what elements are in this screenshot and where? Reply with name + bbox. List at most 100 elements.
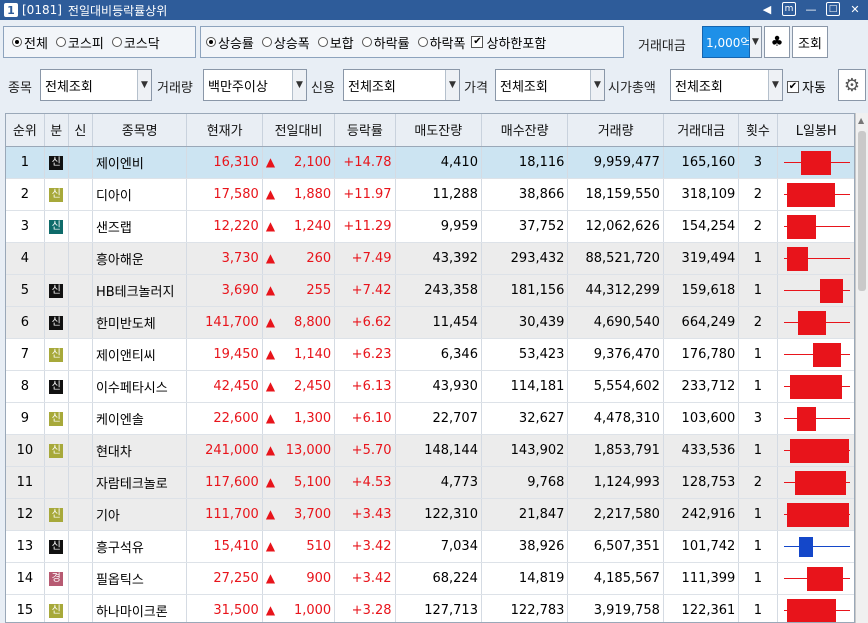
query-button[interactable]: 조회 [792,26,828,58]
radio-dot[interactable] [55,37,66,47]
scroll-thumb[interactable] [858,131,866,291]
include-limit-checkbox[interactable]: ✔ 상하한포함 [471,33,546,52]
volume-select[interactable]: 백만주이상 ▼ [203,69,307,101]
table-row[interactable]: 9 신 케이엔솔 22,600 ▲ 1,300 +6.10 22,707 32,627 4,478… [6,402,854,435]
cell-stock-name[interactable]: 샌즈랩 [92,210,188,243]
cell-stock-name[interactable]: 이수페타시스 [92,370,188,403]
table-row[interactable]: 3 신 샌즈랩 12,220 ▲ 1,240 +11.29 9,959 37,752 12,062… [6,210,854,243]
candle-wick [783,417,850,419]
header-col-volume[interactable]: 거래량 [567,114,664,147]
chevron-down-icon[interactable]: ▼ [768,70,782,100]
radio-dot[interactable] [317,37,328,47]
header-col-credit[interactable]: 신 [68,114,93,147]
chevron-down-icon[interactable]: ▼ [137,70,151,100]
radio-rise-amount[interactable]: 상승폭 [261,33,310,52]
cell-stock-name[interactable]: 흥구석유 [92,530,188,563]
radio-market-all[interactable]: 전체 [12,33,48,52]
checkbox-box[interactable]: ✔ [471,36,484,48]
cell-category: 신 [44,338,69,371]
cell-stock-name[interactable]: 기아 [92,498,188,531]
header-col-bid[interactable]: 매수잔량 [481,114,569,147]
arrow-left-icon[interactable]: ◀ [760,2,774,16]
radio-dot[interactable] [12,37,22,47]
screen-number-icon[interactable]: 1 [4,3,18,17]
cell-ask: 6,346 [395,338,482,371]
table-row[interactable]: 15 신 하나마이크론 31,500 ▲ 1,000 +3.28 127,713 122,783… [6,594,854,622]
radio-market-kosdaq[interactable]: 코스닥 [111,33,160,52]
table-row[interactable]: 11 자람테크놀로 117,600 ▲ 5,100 +4.53 4,773 9,768 1,12… [6,466,854,499]
cell-stock-name[interactable]: 한미반도체 [92,306,188,339]
cell-candle [777,210,854,243]
header-col-amount[interactable]: 거래대금 [663,114,740,147]
table-row[interactable]: 8 신 이수페타시스 42,450 ▲ 2,450 +6.13 43,930 114,181 5,… [6,370,854,403]
settings-button[interactable]: ⚙ [838,69,866,101]
radio-dot[interactable] [206,37,216,47]
marketcap-select[interactable]: 전체조회 ▼ [670,69,783,101]
close-icon[interactable]: ✕ [848,2,862,16]
cell-candle [777,178,854,211]
up-triangle-icon: ▲ [265,602,276,617]
cell-rank: 11 [6,466,45,499]
cell-stock-name[interactable]: 디아이 [92,178,188,211]
cell-stock-name[interactable]: 하나마이크론 [92,594,188,622]
radio-dot[interactable] [417,37,428,47]
checkbox-box[interactable]: ✔ [787,80,799,93]
menu-icon[interactable]: m [782,2,796,16]
radio-fall-amount[interactable]: 하락폭 [417,33,465,52]
table-row[interactable]: 10 신 현대차 241,000 ▲ 13,000 +5.70 148,144 143,902 1… [6,434,854,467]
credit-select[interactable]: 전체조회 ▼ [343,69,460,101]
candle-body [795,470,847,495]
table-row[interactable]: 5 신 HB테크놀러지 3,690 ▲ 255 +7.42 243,358 181,156 44,… [6,274,854,307]
cell-stock-name[interactable]: HB테크놀러지 [92,274,188,307]
header-col-rank[interactable]: 순위 [6,114,45,147]
amount-dropdown[interactable]: ▼ [750,26,762,58]
radio-fall-rate[interactable]: 하락률 [361,33,410,52]
cell-stock-name[interactable]: 현대차 [92,434,188,467]
header-col-price[interactable]: 현재가 [186,114,263,147]
vertical-scrollbar[interactable]: ▲ [855,113,868,623]
chevron-down-icon[interactable]: ▼ [590,70,604,100]
cell-stock-name[interactable]: 케이엔솔 [92,402,188,435]
radio-dot[interactable] [361,37,372,47]
maximize-icon[interactable]: □ [826,2,840,16]
header-col-count[interactable]: 횟수 [738,114,778,147]
table-row[interactable]: 13 신 흥구석유 15,410 ▲ 510 +3.42 7,034 38,926 6,507,3… [6,530,854,563]
table-row[interactable]: 12 신 기아 111,700 ▲ 3,700 +3.43 122,310 21,847 2,21… [6,498,854,531]
header-col-category[interactable]: 분 [44,114,69,147]
header-col-candle[interactable]: L일봉H [777,114,854,147]
cell-stock-name[interactable]: 제이엔비 [92,146,188,179]
table-row[interactable]: 14 경 필옵틱스 27,250 ▲ 900 +3.42 68,224 14,819 4,185,… [6,562,854,595]
radio-label: 보합 [329,36,354,52]
header-col-change[interactable]: 전일대비 [262,114,336,147]
cell-stock-name[interactable]: 자람테크놀로 [92,466,188,499]
radio-dot[interactable] [261,37,272,47]
table-row[interactable]: 2 신 디아이 17,580 ▲ 1,880 +11.97 11,288 38,866 18,15… [6,178,854,211]
chevron-down-icon[interactable]: ▼ [750,27,761,57]
header-col-ask[interactable]: 매도잔량 [395,114,482,147]
table-row[interactable]: 6 신 한미반도체 141,700 ▲ 8,800 +6.62 11,454 30,439 4,6… [6,306,854,339]
header-col-name[interactable]: 종목명 [92,114,188,147]
table-row[interactable]: 1 신 제이엔비 16,310 ▲ 2,100 +14.78 4,410 18,116 9,959… [6,146,854,179]
price-select-value: 전체조회 [500,79,548,95]
code-search-button[interactable]: ♣ [764,26,790,58]
cell-stock-name[interactable]: 흥아해운 [92,242,188,275]
header-col-rate[interactable]: 등락률 [334,114,396,147]
price-select[interactable]: 전체조회 ▼ [495,69,605,101]
cell-stock-name[interactable]: 필옵틱스 [92,562,188,595]
radio-flat[interactable]: 보합 [317,33,354,52]
radio-dot[interactable] [111,37,122,47]
radio-market-kospi[interactable]: 코스피 [55,33,104,52]
scroll-up-icon[interactable]: ▲ [858,116,864,125]
table-row[interactable]: 4 흥아해운 3,730 ▲ 260 +7.49 43,392 293,432 88,521,7… [6,242,854,275]
cell-credit [68,562,93,595]
chevron-down-icon[interactable]: ▼ [292,70,306,100]
chevron-down-icon[interactable]: ▼ [445,70,459,100]
stock-select[interactable]: 전체조회 ▼ [40,69,152,101]
cell-stock-name[interactable]: 제이앤티씨 [92,338,188,371]
minimize-icon[interactable]: — [804,2,818,16]
table-row[interactable]: 7 신 제이앤티씨 19,450 ▲ 1,140 +6.23 6,346 53,423 9,376… [6,338,854,371]
auto-checkbox[interactable]: ✔ 자동 [787,77,826,96]
candle-body [796,406,817,431]
radio-rise-rate[interactable]: 상승률 [206,33,254,52]
amount-input[interactable]: 1,000억 [702,26,750,58]
